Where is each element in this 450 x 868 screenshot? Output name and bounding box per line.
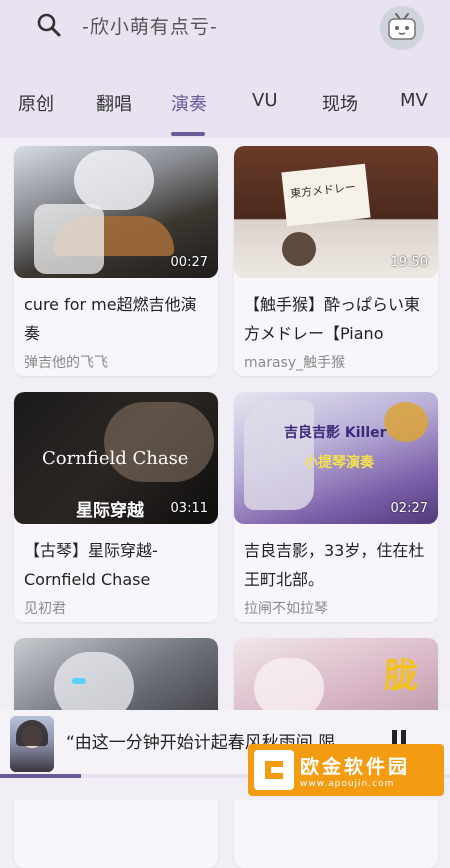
video-duration: 00:27 [170,255,208,270]
top-header: -欣小萌有点亏- 原创 翻唱 演奏 VU 现场 MV [0,0,450,138]
video-title: 【触手猴】酔っぱらい東方メドレー【Piano [244,295,421,343]
now-playing-cover[interactable] [10,716,54,772]
video-card[interactable]: 東方メドレー 19:50 【触手猴】酔っぱらい東方メドレー【Piano mara… [234,146,438,376]
watermark-title: 欧金软件园 [300,755,411,778]
tab-performance[interactable]: 演奏 [171,90,207,116]
thumbnail-subcaption: 小提琴演奏 [304,455,374,471]
tab-live[interactable]: 现场 [322,90,358,116]
site-watermark: 欧金软件园 www.apoujin.com [248,744,444,796]
thumbnail-caption: Cornfield Chase [42,448,189,469]
video-title: 【古琴】星际穿越-Cornfield Chase [24,541,158,589]
video-thumbnail[interactable]: 東方メドレー 19:50 [234,146,438,278]
thumbnail-caption: 吉良吉影 Killer [284,425,387,441]
search-icon[interactable] [36,12,62,38]
video-card[interactable]: 00:27 cure for me超燃吉他演奏 弹吉他的飞飞 [14,146,218,376]
video-author: 拉闸不如拉琴 [244,601,328,617]
category-tabs: 原创 翻唱 演奏 VU 现场 MV [0,80,450,130]
video-duration: 02:27 [390,501,428,516]
user-avatar[interactable] [380,6,424,50]
tab-vu[interactable]: VU [252,90,278,111]
video-thumbnail[interactable]: Cornfield Chase 星际穿越 03:11 [14,392,218,524]
watermark-logo-icon [254,750,294,790]
video-card[interactable]: 吉良吉影 Killer 小提琴演奏 02:27 吉良吉影，33岁，住在杜王町北部… [234,392,438,622]
tab-cover[interactable]: 翻唱 [96,90,132,116]
video-duration: 19:50 [390,255,428,270]
tv-mascot-icon [388,13,416,40]
active-tab-indicator [171,132,205,136]
video-duration: 03:11 [170,501,208,516]
search-input[interactable]: -欣小萌有点亏- [82,12,218,39]
video-thumbnail[interactable]: 吉良吉影 Killer 小提琴演奏 02:27 [234,392,438,524]
video-card[interactable]: Cornfield Chase 星际穿越 03:11 【古琴】星际穿越-Corn… [14,392,218,622]
watermark-url: www.apoujin.com [300,778,395,789]
video-thumbnail[interactable]: 00:27 [14,146,218,278]
video-grid: 00:27 cure for me超燃吉他演奏 弹吉他的飞飞 東方メドレー 19… [0,140,450,868]
tab-mv[interactable]: MV [400,90,428,111]
thumbnail-caption: 胧 [384,656,418,696]
video-author: 弹吉他的飞飞 [24,355,108,371]
video-author: 见初君 [24,601,66,617]
video-title: 吉良吉影，33岁，住在杜王町北部。 [244,541,425,589]
tab-original[interactable]: 原创 [18,90,54,116]
thumbnail-subcaption: 星际穿越 [76,501,144,521]
video-author: marasy_触手猴 [244,355,346,371]
video-title: cure for me超燃吉他演奏 [24,295,197,343]
